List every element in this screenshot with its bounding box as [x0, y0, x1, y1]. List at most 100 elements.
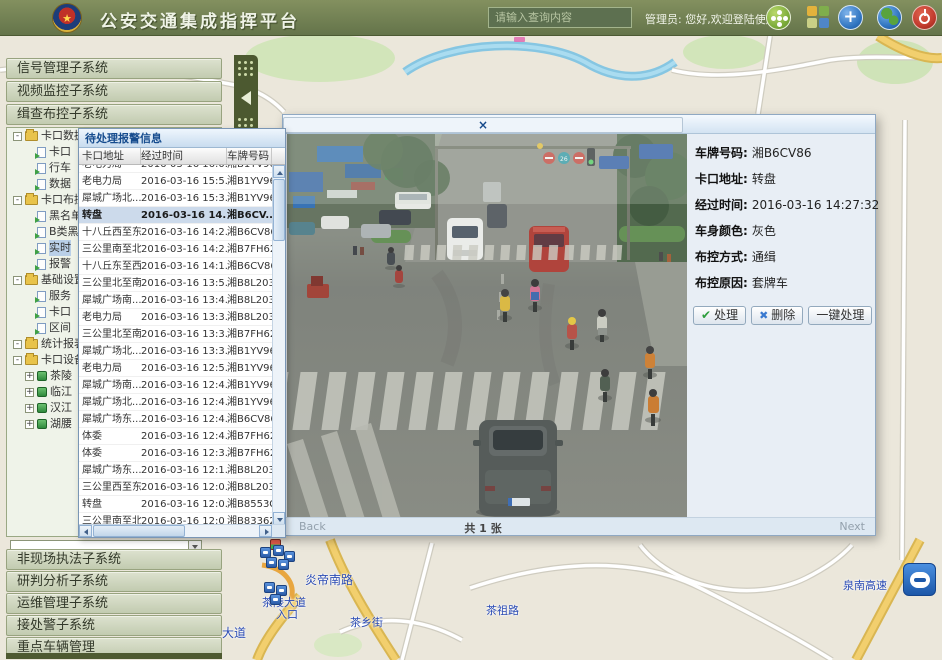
alarm-row[interactable]: 犀城广场东...2016-03-16 12:1...湘B8L203 [79, 462, 272, 479]
tree-collapse-icon[interactable]: - [13, 356, 22, 365]
application-window: 炎帝南路 茶陵大道 入口 大道 茶乡街 茶祖路 泉南高速 ★ 公安交通集成指挥平… [0, 0, 942, 660]
eco-icon[interactable] [766, 5, 791, 30]
sidebar-item-checkpoint-control[interactable]: 缉查布控子系统 [6, 104, 222, 125]
welcome-text: 管理员: 您好,欢迎登陆使用 [645, 11, 777, 27]
sidebar-item-signal-mgmt[interactable]: 信号管理子系统 [6, 58, 222, 79]
alarm-row[interactable]: 犀城广场北...2016-03-16 15:3...湘B1YV96 [79, 190, 272, 207]
alarm-row[interactable]: 老电力局2016-03-16 13:3...湘B8L203 [79, 309, 272, 326]
column-header-plate[interactable]: 车牌号码 [227, 148, 272, 164]
alarm-row-address: 犀城广场北... [79, 394, 141, 410]
tree-expand-icon[interactable]: + [25, 388, 34, 397]
alarm-row-time: 2016-03-16 12:1... [141, 462, 227, 478]
alarm-row[interactable]: 犀城广场北...2016-03-16 13:3...湘B1YV96 [79, 343, 272, 360]
close-icon[interactable]: × [283, 117, 683, 133]
dialog-titlebar[interactable]: 卡口报警实时监控 × [283, 115, 875, 134]
leaf-page-icon [37, 243, 46, 254]
alarm-row[interactable]: 十八丘东至西2016-03-16 14:1...湘B6CV86 [79, 258, 272, 275]
alarm-table-body: 老电力局2016-03-16 16:0...湘B1YV96老电力局2016-03… [79, 165, 272, 525]
scroll-right-icon[interactable] [259, 525, 272, 537]
alarm-row[interactable]: 三公里西至东2016-03-16 12:0...湘B8L203 [79, 479, 272, 496]
next-button[interactable]: Next [839, 520, 865, 533]
map-marker[interactable] [273, 545, 284, 556]
alarm-row[interactable]: 体委2016-03-16 12:3...湘B7FH62 [79, 445, 272, 462]
alarm-row-time: 2016-03-16 12:4... [141, 377, 227, 393]
delete-button[interactable]: ✖ 删除 [751, 306, 803, 325]
pending-alarm-panel: 待处理报警信息 卡口地址 经过时间 车牌号码 老电力局2016-03-16 16… [78, 128, 286, 538]
alarm-row[interactable]: 转盘2016-03-16 14...湘B6CV... [79, 207, 272, 224]
batch-process-button[interactable]: 一键处理 [808, 306, 872, 325]
pending-alarm-panel-title[interactable]: 待处理报警信息 [79, 129, 285, 148]
alarm-row-address: 犀城广场南... [79, 377, 141, 393]
alarm-row-address: 犀城广场南... [79, 292, 141, 308]
horizontal-scrollbar[interactable] [79, 524, 285, 537]
detail-row: 车牌号码:湘B6CV86 [695, 144, 877, 161]
map-marker[interactable] [266, 557, 277, 568]
scroll-left-icon[interactable] [79, 525, 92, 537]
vertical-scrollbar[interactable] [272, 165, 285, 525]
add-icon[interactable]: + [838, 5, 863, 30]
process-button[interactable]: ✔ 处理 [693, 306, 746, 325]
remote-desktop-tray-icon[interactable] [903, 563, 936, 596]
alarm-row-time: 2016-03-16 13:3... [141, 309, 227, 325]
check-icon: ✔ [701, 307, 711, 324]
alarm-row[interactable]: 体委2016-03-16 12:4...湘B7FH62 [79, 428, 272, 445]
alarm-row[interactable]: 老电力局2016-03-16 12:5...湘B1YV96 [79, 360, 272, 377]
map-marker[interactable] [264, 582, 275, 593]
detail-label: 卡口地址: [695, 172, 748, 186]
alarm-row-plate: 湘B6CV86 [227, 411, 272, 427]
detail-value: 湘B6CV86 [752, 146, 812, 160]
alarm-row-address: 老电力局 [79, 309, 141, 325]
folder-icon [25, 275, 38, 285]
alarm-row[interactable]: 三公里南至北2016-03-16 14:2...湘B7FH62 [79, 241, 272, 258]
sidebar-item-video-monitor[interactable]: 视频监控子系统 [6, 81, 222, 102]
detail-label: 经过时间: [695, 198, 748, 212]
tree-expand-icon[interactable]: + [25, 420, 34, 429]
map-marker[interactable] [278, 559, 289, 570]
detail-value: 通缉 [752, 250, 776, 264]
alarm-row-address: 犀城广场东... [79, 411, 141, 427]
alarm-row[interactable]: 老电力局2016-03-16 16:0...湘B1YV96 [79, 165, 272, 173]
tree-expand-icon[interactable]: + [25, 372, 34, 381]
sidebar-item-dispatch[interactable]: 接处警子系统 [6, 615, 222, 636]
alarm-row[interactable]: 三公里北至南2016-03-16 13:3...湘B7FH62 [79, 326, 272, 343]
alarm-row[interactable]: 犀城广场北...2016-03-16 12:4...湘B1YV96 [79, 394, 272, 411]
tree-collapse-icon[interactable]: - [13, 132, 22, 141]
detail-row: 布控方式:通缉 [695, 248, 877, 265]
alarm-row[interactable]: 犀城广场南...2016-03-16 13:4...湘B8L203 [79, 292, 272, 309]
tree-collapse-icon[interactable]: - [13, 276, 22, 285]
alarm-row[interactable]: 犀城广场南...2016-03-16 12:4...湘B1YV96 [79, 377, 272, 394]
sidebar-item-ops-mgmt[interactable]: 运维管理子系统 [6, 593, 222, 614]
alarm-row[interactable]: 三公里北至南2016-03-16 13:5...湘B8L203 [79, 275, 272, 292]
search-input[interactable] [488, 7, 632, 28]
column-header-address[interactable]: 卡口地址 [79, 148, 141, 164]
tree-collapse-icon[interactable]: - [13, 340, 22, 349]
map-marker[interactable] [270, 594, 281, 605]
apps-grid-icon[interactable] [806, 5, 831, 30]
collapse-arrow-icon[interactable] [241, 91, 251, 105]
alarm-row-time: 2016-03-16 12:3... [141, 445, 227, 461]
power-icon[interactable] [912, 5, 937, 30]
alarm-row-plate: 湘B7FH62 [227, 445, 272, 461]
tree-item-label: 报警 [49, 256, 71, 272]
alarm-row[interactable]: 老电力局2016-03-16 15:5...湘B1YV96 [79, 173, 272, 190]
tree-expand-icon[interactable]: + [25, 404, 34, 413]
scrollbar-corner [272, 525, 285, 537]
sidebar-item-analysis[interactable]: 研判分析子系统 [6, 571, 222, 592]
globe-icon[interactable] [877, 5, 902, 30]
alarm-row[interactable]: 十八丘西至东2016-03-16 14:2...湘B6CV86 [79, 224, 272, 241]
sidebar-footer-strip [6, 653, 222, 659]
alarm-row-address: 三公里西至东 [79, 479, 141, 495]
tree-collapse-icon[interactable]: - [13, 196, 22, 205]
sidebar-item-offsite-enforcement[interactable]: 非现场执法子系统 [6, 549, 222, 570]
alarm-detail-panel: 车牌号码:湘B6CV86卡口地址:转盘经过时间:2016-03-16 14:27… [687, 134, 877, 519]
alarm-row-address: 老电力局 [79, 173, 141, 189]
alarm-row[interactable]: 犀城广场东...2016-03-16 12:4...湘B6CV86 [79, 411, 272, 428]
horizontal-scroll-thumb[interactable] [93, 525, 185, 537]
vertical-scroll-thumb[interactable] [273, 179, 285, 241]
detail-value: 套牌车 [752, 276, 788, 290]
scroll-up-icon[interactable] [273, 165, 285, 178]
alarm-row[interactable]: 转盘2016-03-16 12:0...湘B8553G [79, 496, 272, 513]
column-header-time[interactable]: 经过时间 [141, 148, 227, 164]
device-icon [37, 403, 47, 413]
police-badge-logo-icon: ★ [52, 3, 82, 33]
